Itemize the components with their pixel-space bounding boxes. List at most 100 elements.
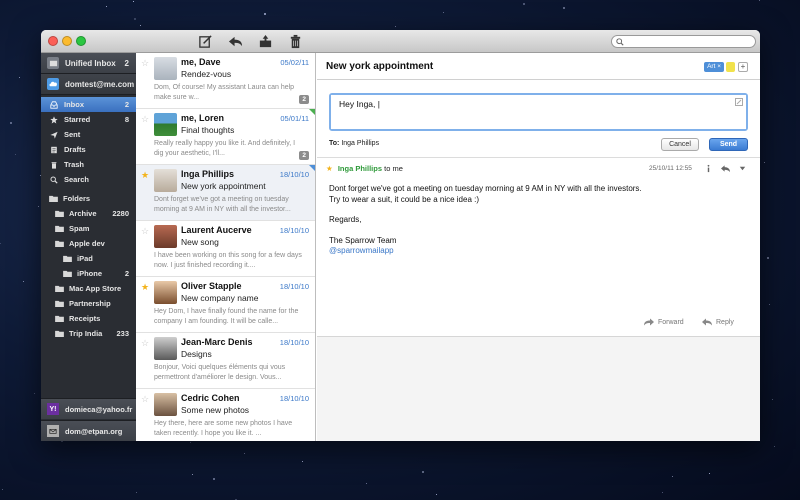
message-row[interactable]: ☆ me, Dave 05/02/11 Rendez-vous Dom, Of cour… <box>136 53 315 109</box>
sidebar-item-starred[interactable]: Starred 8 <box>41 112 136 127</box>
archive-icon[interactable] <box>256 33 274 50</box>
star-dot <box>709 473 710 474</box>
close-window-button[interactable] <box>48 36 58 46</box>
minimize-window-button[interactable] <box>62 36 72 46</box>
folder-item-archive[interactable]: Archive 2280 <box>41 206 136 221</box>
folder-count: 2 <box>124 269 129 278</box>
info-icon[interactable] <box>703 163 713 173</box>
account-label: domtest@me.com <box>65 79 135 89</box>
star-icon[interactable]: ☆ <box>141 114 149 125</box>
star-dot <box>244 453 245 454</box>
folders-header[interactable]: Folders <box>41 191 136 206</box>
sidebar-item-inbox[interactable]: Inbox 2 <box>41 97 136 112</box>
star-icon[interactable]: ★ <box>141 282 149 293</box>
sidebar-item-label: Inbox <box>64 100 84 109</box>
star-dot <box>759 0 760 1</box>
folder-item-apple-dev[interactable]: Apple dev <box>41 236 136 251</box>
star-icon[interactable]: ★ <box>141 170 149 181</box>
star-icon[interactable]: ☆ <box>141 338 149 349</box>
message-body: Dont forget we've got a meeting on tuesd… <box>329 184 729 267</box>
folder-icon <box>55 225 64 232</box>
signature: The Sparrow Team <box>329 235 397 245</box>
trash-icon[interactable] <box>286 33 304 50</box>
forward-button[interactable]: Forward <box>644 318 684 326</box>
reply-button[interactable]: Reply <box>702 318 734 326</box>
account-etpan[interactable]: dom@etpan.org <box>41 420 136 441</box>
message-row[interactable]: ☆ Cedric Cohen 18/10/10 Some new photos Hey … <box>136 389 315 441</box>
star-dot <box>38 206 39 207</box>
reply-icon[interactable] <box>226 33 244 50</box>
sidebar-item-label: Drafts <box>64 145 86 154</box>
account-label: domieca@yahoo.fr <box>65 404 133 414</box>
tag-remove-icon[interactable]: × <box>717 63 721 70</box>
sidebar-item-drafts[interactable]: Drafts <box>41 142 136 157</box>
sidebar-item-trash[interactable]: Trash <box>41 157 136 172</box>
zoom-window-button[interactable] <box>76 36 86 46</box>
star-dot <box>523 3 525 5</box>
folder-item-mac-app-store[interactable]: Mac App Store <box>41 281 136 296</box>
folder-item-ipad[interactable]: iPad <box>41 251 136 266</box>
chevron-down-icon[interactable] <box>737 163 747 173</box>
reading-pane: New york appointment Art × + To: Inga Ph… <box>317 53 760 441</box>
avatar <box>154 225 177 248</box>
sidebar-item-label: Trash <box>64 160 85 169</box>
compose-icon[interactable] <box>196 33 214 50</box>
unified-inbox[interactable]: Unified Inbox 2 <box>41 53 136 74</box>
star-icon[interactable]: ☆ <box>141 394 149 405</box>
send-button[interactable]: Send <box>709 138 748 151</box>
body-line: Try to wear a suit, it could be a nice i… <box>329 194 479 204</box>
label-corner <box>309 109 315 115</box>
expand-icon[interactable] <box>735 98 743 106</box>
add-tag-button[interactable]: + <box>738 62 748 72</box>
star-icon[interactable]: ☆ <box>141 226 149 237</box>
message-row[interactable]: ☆ Laurent Aucerve 18/10/10 New song I have b… <box>136 221 315 277</box>
folder-item-trip-india[interactable]: Trip India 233 <box>41 326 136 341</box>
sender-name[interactable]: Inga Phillips <box>338 164 382 173</box>
folder-icon <box>49 195 58 202</box>
star-icon[interactable]: ☆ <box>141 58 149 69</box>
message-row[interactable]: ☆ Jean-Marc Denis 18/10/10 Designs Bonjour, … <box>136 333 315 389</box>
account-yahoo[interactable]: Y! domieca@yahoo.fr <box>41 398 136 419</box>
sidebar-item-sent[interactable]: Sent <box>41 127 136 142</box>
to-label: To: <box>329 140 340 147</box>
search-field[interactable] <box>611 35 756 48</box>
quick-reply-input[interactable] <box>331 95 746 129</box>
reply-icon[interactable] <box>720 163 730 173</box>
sidebar: Unified Inbox 2 domtest@me.com Inbox 2 Sta… <box>41 53 136 441</box>
drafts-icon <box>49 145 58 154</box>
star-dot <box>34 393 35 394</box>
label-corner <box>309 165 315 171</box>
message-title: New york appointment <box>326 61 434 72</box>
folder-item-spam[interactable]: Spam <box>41 221 136 236</box>
folder-label: Archive <box>69 209 97 218</box>
to-value[interactable]: Inga Phillips <box>341 140 379 147</box>
recipient-to-me: to me <box>384 164 403 173</box>
search-icon <box>49 175 58 184</box>
tag-art[interactable]: Art × <box>704 62 724 72</box>
message-subject: Some new photos <box>181 405 250 415</box>
star-dot <box>0 243 1 244</box>
star-icon[interactable]: ★ <box>326 164 333 173</box>
account-label: dom@etpan.org <box>65 426 123 436</box>
message-row[interactable]: ★ Inga Phillips 18/10/10 New york appointme… <box>136 165 315 221</box>
folder-item-partnership[interactable]: Partnership <box>41 296 136 311</box>
message-row[interactable]: ★ Oliver Stapple 18/10/10 New company name H… <box>136 277 315 333</box>
twitter-link[interactable]: @sparrowmailapp <box>329 246 394 255</box>
star-dot <box>136 492 137 493</box>
folder-icon <box>55 315 64 322</box>
cancel-button[interactable]: Cancel <box>661 138 699 151</box>
star-dot <box>15 154 16 155</box>
message-sender: Cedric Cohen <box>181 393 240 403</box>
body-line: Dont forget we've got a meeting on tuesd… <box>329 184 642 193</box>
sidebar-item-search[interactable]: Search <box>41 172 136 187</box>
message-date: 18/10/10 <box>279 226 309 235</box>
account-domtest[interactable]: domtest@me.com <box>41 74 136 95</box>
folder-item-receipts[interactable]: Receipts <box>41 311 136 326</box>
quick-reply-box[interactable] <box>329 93 748 131</box>
folder-item-iphone[interactable]: iPhone 2 <box>41 266 136 281</box>
message-date: 25/10/11 12:55 <box>649 165 692 172</box>
tag-color-yellow[interactable] <box>726 62 735 72</box>
message-row[interactable]: ☆ me, Loren 05/01/11 Final thoughts Really r… <box>136 109 315 165</box>
folder-icon <box>55 240 64 247</box>
reply-label: Reply <box>716 318 734 326</box>
